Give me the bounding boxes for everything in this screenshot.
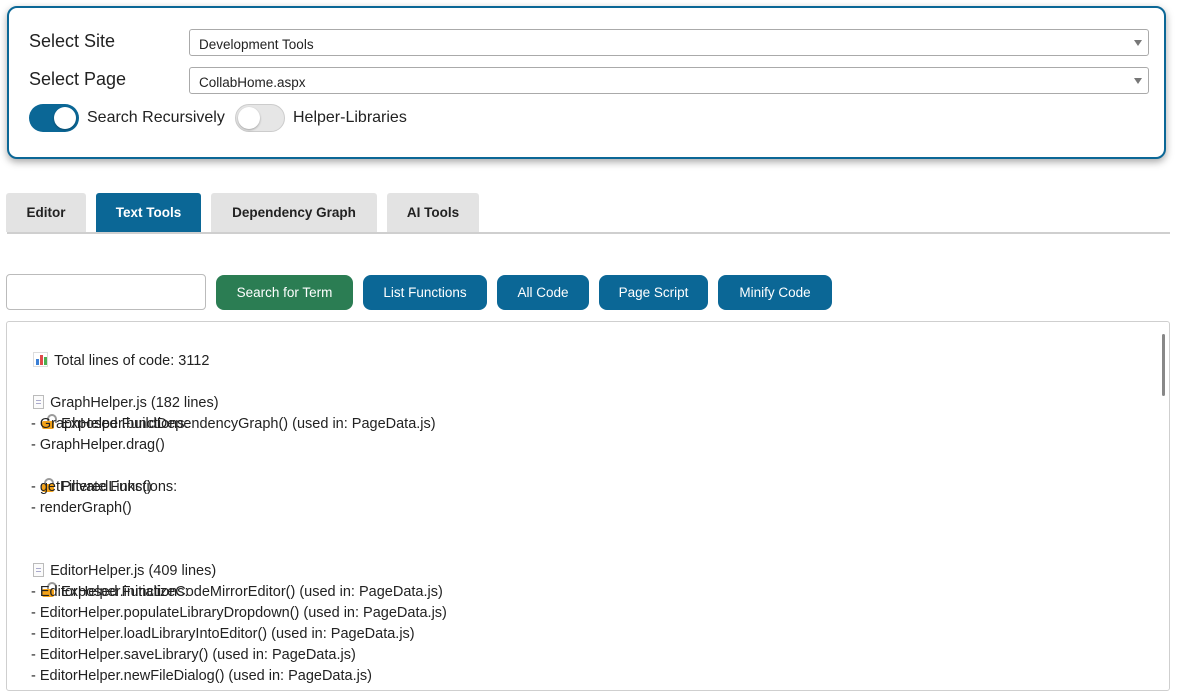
all-code-button[interactable]: All Code [497, 275, 589, 310]
tab-ai-tools[interactable]: AI Tools [387, 193, 479, 232]
tab-dependency-graph[interactable]: Dependency Graph [211, 193, 377, 232]
function-entry: - renderGraph() [31, 500, 132, 516]
output-panel[interactable]: Total lines of code: 3112 GraphHelper.js… [6, 321, 1170, 691]
search-for-term-button[interactable]: Search for Term [216, 275, 353, 310]
page-select[interactable]: CollabHome.aspx [189, 67, 1149, 94]
site-select[interactable]: Development Tools [189, 29, 1149, 56]
scrollbar-thumb[interactable] [1162, 334, 1165, 396]
page-select-value: CollabHome.aspx [199, 75, 306, 90]
search-term-input[interactable] [6, 274, 206, 310]
function-entry: - EditorHelper.saveLibrary() (used in: P… [31, 647, 356, 663]
list-functions-button[interactable]: List Functions [363, 275, 487, 310]
chevron-down-icon [1134, 40, 1142, 46]
function-entry: - getFilteredLinks() [31, 479, 152, 495]
private-functions-heading: Private Functions: [25, 456, 177, 495]
function-entry: - EditorHelper.initializeCodeMirrorEdito… [31, 584, 443, 600]
select-site-label: Select Site [29, 31, 116, 51]
helper-libraries-label: Helper-Libraries [293, 109, 407, 126]
tab-editor[interactable]: Editor [6, 193, 86, 232]
site-selection-panel: Select Site Development Tools Select Pag… [7, 6, 1166, 159]
tab-text-tools[interactable]: Text Tools [96, 193, 201, 232]
page-script-button[interactable]: Page Script [599, 275, 708, 310]
toggle-knob [54, 107, 76, 129]
function-entry: - EditorHelper.populateLibraryDropdown()… [31, 605, 447, 621]
minify-code-button[interactable]: Minify Code [718, 275, 832, 310]
function-entry: - GraphHelper.drag() [31, 437, 165, 453]
total-lines-line: Total lines of code: 3112 [17, 330, 209, 369]
toggle-knob [238, 107, 260, 129]
search-recursively-label: Search Recursively [87, 109, 225, 126]
chevron-down-icon [1134, 78, 1142, 84]
file-header: EditorHelper.js (409 lines) [17, 540, 216, 579]
exposed-functions-heading: Exposed Functions: [25, 561, 188, 600]
search-recursively-toggle[interactable] [29, 104, 79, 132]
exposed-functions-heading: Exposed Functions: [25, 393, 188, 432]
file-header: GraphHelper.js (182 lines) [17, 372, 219, 411]
site-select-value: Development Tools [199, 37, 314, 52]
select-page-label: Select Page [29, 69, 127, 89]
function-entry: - EditorHelper.loadLibraryIntoEditor() (… [31, 626, 415, 642]
helper-libraries-toggle[interactable] [235, 104, 285, 132]
function-entry: - GraphHelper.buildDependencyGraph() (us… [31, 416, 436, 432]
bar-chart-icon [33, 352, 49, 368]
tab-divider [7, 232, 1170, 234]
function-entry: - EditorHelper.newFileDialog() (used in:… [31, 668, 372, 684]
total-lines-text: Total lines of code: 3112 [54, 353, 210, 369]
